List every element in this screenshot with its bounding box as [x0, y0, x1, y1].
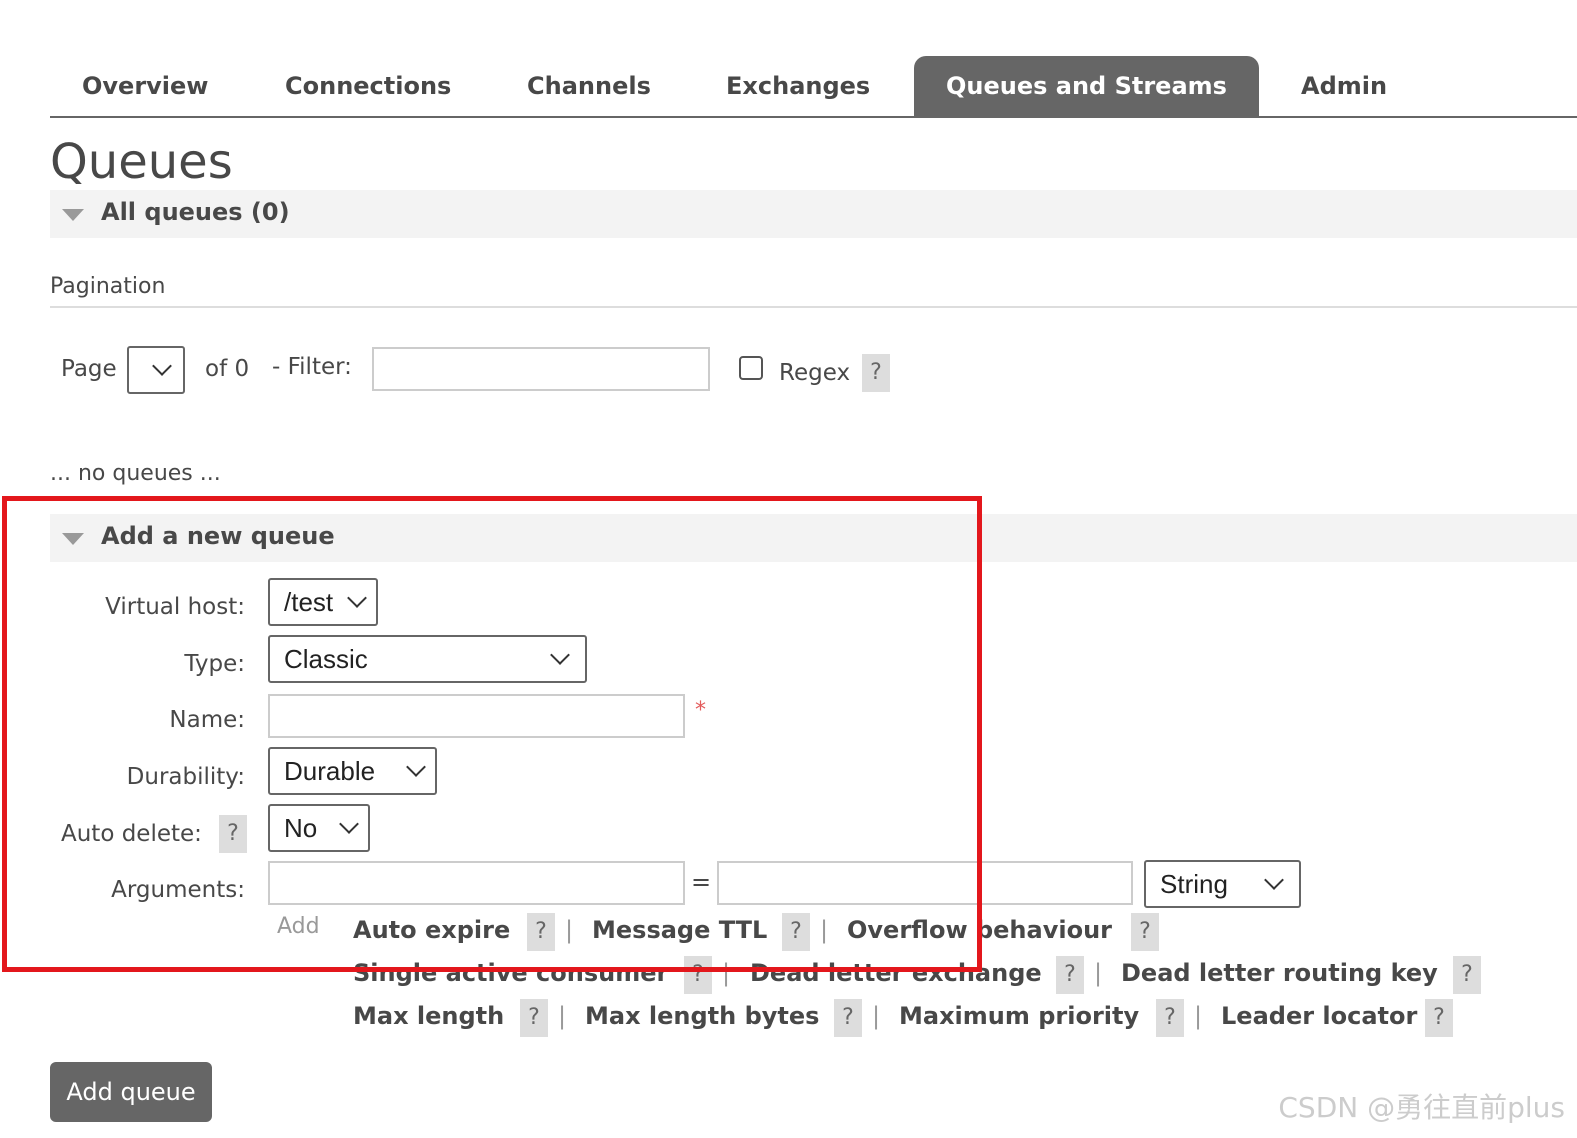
- tab-overview[interactable]: Overview: [82, 56, 208, 116]
- add-queue-button[interactable]: Add queue: [50, 1062, 212, 1122]
- separator: |: [1194, 1002, 1203, 1030]
- highlight-box: [2, 496, 982, 972]
- regex-label: Regex: [779, 360, 851, 386]
- page-title: Queues: [50, 134, 233, 190]
- chevron-down-icon: [152, 356, 172, 376]
- argument-type-select[interactable]: String: [1144, 860, 1301, 908]
- page-label: Page: [61, 356, 117, 382]
- regex-checkbox[interactable]: [739, 356, 763, 380]
- leader-locator-help-button[interactable]: ?: [1425, 999, 1453, 1037]
- watermark: CSDN @勇往直前plus: [1278, 1091, 1565, 1124]
- page-select[interactable]: [127, 346, 185, 394]
- arg-dead-letter-routing-key-link[interactable]: Dead letter routing key: [1121, 959, 1438, 987]
- separator: |: [872, 1002, 881, 1030]
- pagination-divider: [50, 306, 1577, 308]
- max-priority-help-button[interactable]: ?: [1156, 999, 1184, 1037]
- regex-help-button[interactable]: ?: [862, 354, 890, 392]
- tab-connections[interactable]: Connections: [285, 56, 451, 116]
- chevron-down-icon: [1264, 870, 1284, 890]
- arg-max-length-bytes-link[interactable]: Max length bytes: [585, 1002, 819, 1030]
- max-length-help-button[interactable]: ?: [520, 999, 548, 1037]
- dlrk-help-button[interactable]: ?: [1453, 956, 1481, 994]
- arg-maximum-priority-link[interactable]: Maximum priority: [899, 1002, 1139, 1030]
- page-count: of 0: [205, 356, 250, 382]
- nav-divider: [50, 116, 1577, 118]
- collapse-arrow-icon[interactable]: [62, 209, 84, 221]
- tab-exchanges[interactable]: Exchanges: [726, 56, 870, 116]
- argument-type-value: String: [1160, 868, 1228, 899]
- separator: |: [558, 1002, 567, 1030]
- tab-channels[interactable]: Channels: [527, 56, 651, 116]
- filter-input[interactable]: [372, 347, 710, 391]
- tab-admin[interactable]: Admin: [1301, 56, 1387, 116]
- all-queues-title[interactable]: All queues (0): [101, 198, 290, 226]
- overflow-help-button[interactable]: ?: [1131, 913, 1159, 951]
- filter-label: - Filter:: [272, 354, 352, 380]
- arg-max-length-link[interactable]: Max length: [353, 1002, 504, 1030]
- no-queues-message: ... no queues ...: [50, 461, 221, 486]
- pagination-label: Pagination: [50, 274, 166, 299]
- dlx-help-button[interactable]: ?: [1056, 956, 1084, 994]
- tab-queues-and-streams[interactable]: Queues and Streams: [914, 56, 1259, 116]
- separator: |: [1094, 959, 1103, 987]
- arg-leader-locator-link[interactable]: Leader locator: [1221, 1002, 1417, 1030]
- max-length-bytes-help-button[interactable]: ?: [834, 999, 862, 1037]
